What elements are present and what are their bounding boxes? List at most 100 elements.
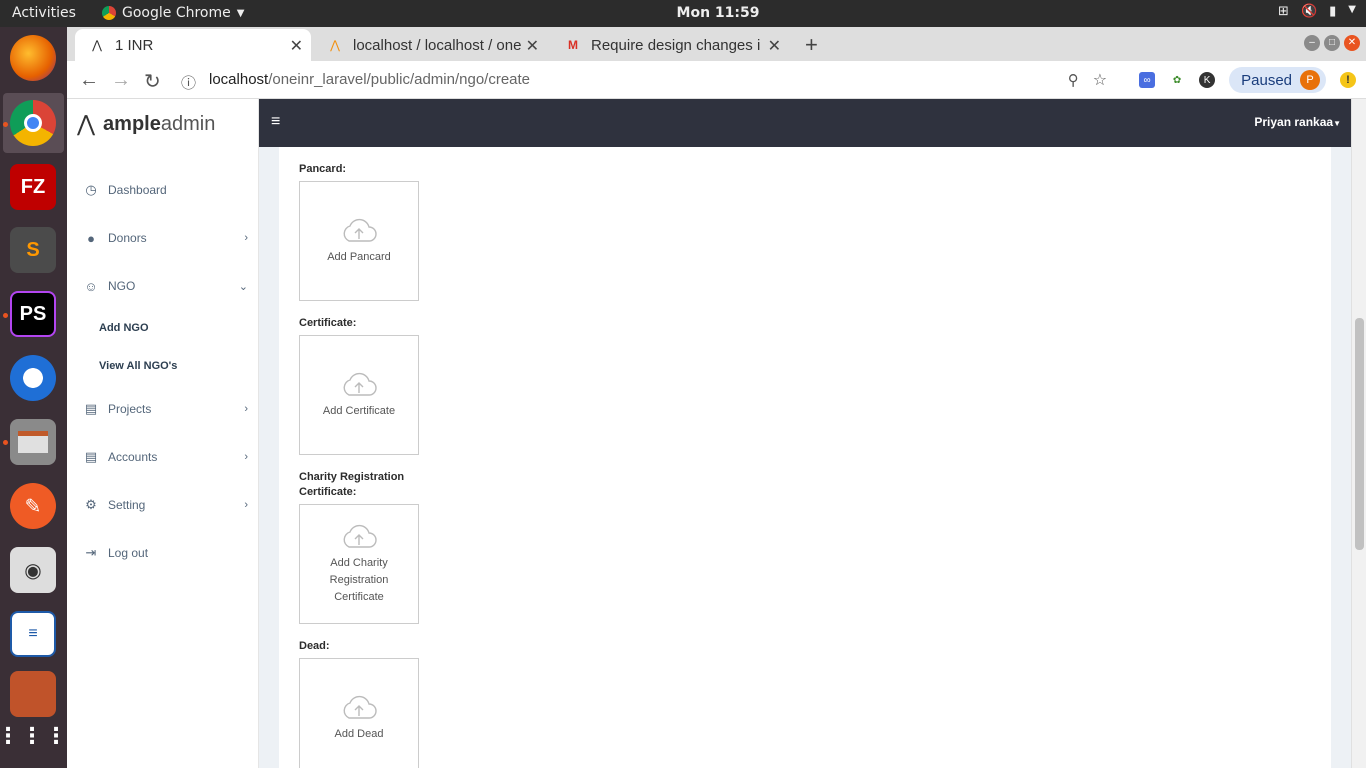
- sidebar-item-label: Log out: [108, 546, 149, 560]
- phpmyadmin-favicon: ⋀: [330, 38, 340, 52]
- new-tab-button[interactable]: +: [805, 32, 818, 58]
- extension-icon[interactable]: ✿: [1169, 72, 1186, 88]
- upload-charity-registration[interactable]: Add Charity Registration Certificate: [299, 504, 419, 624]
- web-page: ⋀ ampleadmin ◷ Dashboard ● Donors › ☺ NG…: [67, 99, 1366, 768]
- reload-button[interactable]: ↻: [144, 69, 161, 94]
- cloud-upload-icon: [343, 218, 377, 242]
- extension-icon[interactable]: ∞: [1139, 72, 1156, 88]
- ampleadmin-logo-icon: ⋀: [77, 111, 96, 136]
- sidebar-item-setting[interactable]: ⚙ Setting ›: [83, 493, 248, 517]
- forward-button[interactable]: →: [111, 69, 131, 92]
- upload-dead[interactable]: Add Dead: [299, 658, 419, 768]
- tab-label: localhost / localhost / one: [353, 36, 522, 54]
- brand-logo[interactable]: ⋀ ampleadmin: [77, 111, 215, 137]
- sidebar-item-label: NGO: [108, 279, 136, 293]
- files-icon[interactable]: [10, 419, 56, 465]
- profile-status: Paused: [1241, 71, 1292, 89]
- form-card: Pancard: Add Pancard Certificate: Add Ce…: [279, 147, 1331, 768]
- extension-icon[interactable]: K: [1199, 72, 1216, 88]
- ampleadmin-favicon: ⋀: [92, 38, 102, 52]
- network-icon: ⊞: [1278, 4, 1289, 19]
- running-indicator: [3, 313, 8, 318]
- tab-1inr[interactable]: ⋀ 1 INR ✕: [75, 29, 311, 61]
- bookmark-star-icon[interactable]: ☆: [1093, 70, 1107, 90]
- tab-phpmyadmin[interactable]: ⋀ localhost / localhost / one ✕: [313, 29, 547, 61]
- volume-icon: 🔇: [1300, 4, 1318, 19]
- close-icon[interactable]: ✕: [526, 36, 539, 56]
- avatar: P: [1300, 70, 1320, 90]
- toolbox-icon[interactable]: [10, 671, 56, 717]
- close-icon[interactable]: ✕: [768, 36, 781, 56]
- sidebar-item-dashboard[interactable]: ◷ Dashboard: [83, 178, 248, 202]
- sidebar-item-accounts[interactable]: ▤ Accounts ›: [83, 445, 248, 469]
- scrollbar-thumb[interactable]: [1355, 318, 1364, 550]
- speaker-icon[interactable]: ◉: [10, 547, 56, 593]
- toolbar: ← → ↻ ⓘ localhost/oneinr_laravel/public/…: [67, 61, 1366, 99]
- running-indicator: [3, 440, 8, 445]
- system-tray[interactable]: ⊞ 🔇 ▮ ▼: [1278, 4, 1356, 19]
- url-host: localhost: [209, 71, 269, 88]
- zoom-icon[interactable]: ⚲: [1068, 71, 1079, 89]
- os-top-bar: Activities Google Chrome ▼ Mon 11:59 ⊞ 🔇…: [0, 0, 1366, 27]
- smile-icon: ☺: [84, 278, 98, 294]
- sidebar-item-label: Setting: [108, 498, 146, 512]
- close-window-button[interactable]: ✕: [1344, 35, 1360, 51]
- hamburger-menu-icon[interactable]: ≡: [271, 113, 280, 131]
- sidebar-item-donors[interactable]: ● Donors ›: [83, 226, 248, 250]
- upload-label: Add Dead: [334, 727, 384, 740]
- page-scrollbar[interactable]: [1351, 99, 1366, 768]
- window-controls: – □ ✕: [1304, 35, 1360, 51]
- minimize-button[interactable]: –: [1304, 35, 1320, 51]
- sidebar-item-projects[interactable]: ▤ Projects ›: [83, 397, 248, 421]
- address-bar[interactable]: localhost/oneinr_laravel/public/admin/ng…: [209, 71, 530, 88]
- tab-label: 1 INR: [115, 36, 154, 54]
- user-icon: ●: [87, 230, 95, 246]
- info-icon[interactable]: ⓘ: [181, 72, 196, 93]
- chevron-down-icon: ▼: [1348, 4, 1356, 15]
- postman-icon[interactable]: ✎: [10, 483, 56, 529]
- accounts-icon: ▤: [84, 449, 98, 464]
- close-icon[interactable]: ✕: [290, 36, 303, 56]
- chrome-dock-icon[interactable]: [10, 100, 56, 146]
- tab-strip: ⋀ 1 INR ✕ ⋀ localhost / localhost / one …: [67, 27, 1366, 61]
- thunderbird-icon[interactable]: [10, 355, 56, 401]
- sidebar-item-label: Dashboard: [108, 183, 167, 197]
- brand-light: admin: [160, 112, 216, 135]
- user-name: Priyan rankaa: [1254, 115, 1334, 129]
- sidebar-item-label: Accounts: [108, 450, 158, 464]
- sidebar-item-ngo[interactable]: ☺ NGO ⌄: [83, 274, 248, 298]
- chevron-right-icon: ›: [244, 403, 248, 415]
- dock: FZ S PS ✎ ◉ ≡ ⋮⋮⋮: [0, 27, 67, 768]
- top-header: ≡ Priyan rankaa▼: [259, 99, 1351, 147]
- show-apps-icon[interactable]: ⋮⋮⋮: [0, 713, 67, 759]
- sidebar-subitem-add-ngo[interactable]: Add NGO: [99, 322, 149, 334]
- field-label-charity-registration: Charity Registration Certificate:: [299, 471, 405, 498]
- browser-window: ⋀ 1 INR ✕ ⋀ localhost / localhost / one …: [67, 27, 1366, 768]
- tab-gmail[interactable]: M Require design changes i ✕: [551, 29, 789, 61]
- upload-certificate[interactable]: Add Certificate: [299, 335, 419, 455]
- phpstorm-icon[interactable]: PS: [10, 291, 56, 337]
- sidebar-subitem-view-all-ngos[interactable]: View All NGO's: [99, 360, 177, 372]
- maximize-button[interactable]: □: [1324, 35, 1340, 51]
- filezilla-icon[interactable]: FZ: [10, 164, 56, 210]
- libreoffice-writer-icon[interactable]: ≡: [10, 611, 56, 657]
- sidebar-item-label: Donors: [108, 231, 147, 245]
- projects-icon: ▤: [84, 401, 98, 416]
- battery-icon: ▮: [1329, 4, 1337, 19]
- gear-icon: ⚙: [85, 497, 97, 512]
- clock[interactable]: Mon 11:59: [0, 5, 1366, 21]
- field-label-certificate: Certificate:: [299, 317, 357, 329]
- profile-button[interactable]: Paused P: [1229, 67, 1326, 93]
- firefox-icon[interactable]: [10, 35, 56, 81]
- back-button[interactable]: ←: [79, 69, 99, 92]
- sublime-icon[interactable]: S: [10, 227, 56, 273]
- field-label-dead: Dead:: [299, 640, 330, 652]
- update-alert-icon[interactable]: !: [1340, 72, 1356, 88]
- user-menu[interactable]: Priyan rankaa▼: [1254, 115, 1341, 129]
- upload-pancard[interactable]: Add Pancard: [299, 181, 419, 301]
- dashboard-icon: ◷: [85, 182, 97, 197]
- chevron-right-icon: ›: [244, 451, 248, 463]
- upload-label: Add Charity Registration Certificate: [329, 556, 389, 603]
- sidebar-item-logout[interactable]: ⇥ Log out: [83, 541, 248, 565]
- running-indicator: [3, 122, 8, 127]
